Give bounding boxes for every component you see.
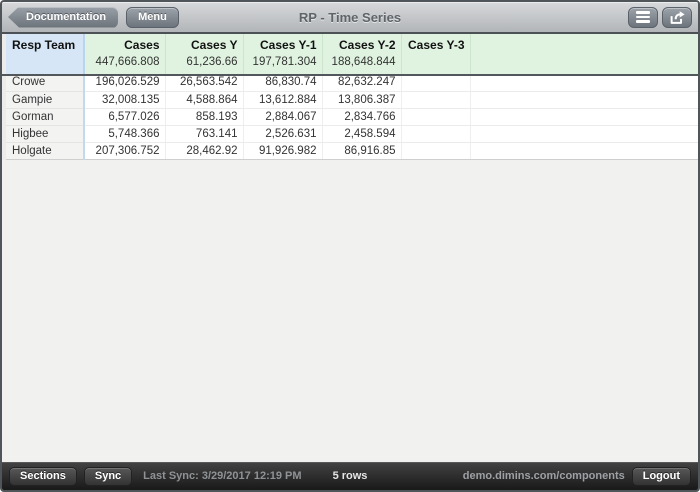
total-cases-y1: 197,781.304 (242, 56, 322, 74)
value-cell: 26,563.542 (164, 74, 243, 92)
filler-cell (469, 74, 698, 92)
table-row[interactable]: Higbee 5,748.366 763.141 2,526.631 2,458… (6, 125, 698, 143)
value-cell: 13,806.387 (321, 91, 401, 109)
column-header-resp-team[interactable]: Resp Team (6, 34, 85, 74)
top-toolbar: Documentation Menu RP - Time Series (2, 2, 698, 32)
team-cell: Holgate (6, 142, 85, 160)
sections-button[interactable]: Sections (9, 466, 77, 486)
filler-cell (469, 91, 698, 109)
column-header-cases-y1[interactable]: Cases Y-1 (242, 34, 322, 56)
documentation-back-button[interactable]: Documentation (8, 6, 119, 28)
team-cell: Higbee (6, 125, 85, 143)
value-cell: 207,306.752 (83, 142, 165, 160)
column-header-cases-y3[interactable]: Cases Y-3 (400, 34, 470, 56)
list-menu-button[interactable] (628, 6, 658, 28)
value-cell: 86,916.85 (321, 142, 401, 160)
value-cell (400, 125, 470, 143)
value-cell: 196,026.529 (83, 74, 165, 92)
team-cell: Crowe (6, 74, 85, 92)
toolbar-right-group (628, 6, 692, 28)
value-cell: 82,632.247 (321, 74, 401, 92)
total-cases-y2: 188,648.844 (321, 56, 401, 74)
value-cell: 32,008.135 (83, 91, 165, 109)
logout-button[interactable]: Logout (631, 466, 691, 486)
summary-divider (2, 74, 698, 76)
value-cell: 2,526.631 (242, 125, 322, 143)
content-background (2, 159, 698, 462)
header-filler (469, 34, 698, 74)
total-cases-y3 (400, 56, 470, 74)
menu-button[interactable]: Menu (126, 6, 179, 28)
value-cell: 2,884.067 (242, 108, 322, 126)
value-cell: 2,458.594 (321, 125, 401, 143)
value-cell (400, 74, 470, 92)
total-cases-y: 61,236.66 (164, 56, 243, 74)
total-cases: 447,666.808 (83, 56, 165, 74)
value-cell: 28,462.92 (164, 142, 243, 160)
value-cell (400, 142, 470, 160)
value-cell: 4,588.864 (164, 91, 243, 109)
value-cell: 763.141 (164, 125, 243, 143)
team-cell: Gorman (6, 108, 85, 126)
table-row[interactable]: Gampie 32,008.135 4,588.864 13,612.884 1… (6, 91, 698, 109)
report-table-area: Resp Team Cases Cases Y Cases Y-1 Cases … (2, 32, 698, 160)
value-cell: 858.193 (164, 108, 243, 126)
value-cell: 91,926.982 (242, 142, 322, 160)
export-button[interactable] (662, 6, 692, 28)
table-row[interactable]: Holgate 207,306.752 28,462.92 91,926.982… (6, 142, 698, 160)
filler-cell (469, 142, 698, 160)
team-cell: Gampie (6, 91, 85, 109)
value-cell: 86,830.74 (242, 74, 322, 92)
server-address: demo.dimins.com/components (462, 470, 625, 482)
sync-button[interactable]: Sync (83, 466, 133, 486)
export-icon (670, 10, 685, 24)
value-cell: 2,834.766 (321, 108, 401, 126)
app-window: Documentation Menu RP - Time Series Resp… (0, 0, 700, 492)
filler-cell (469, 125, 698, 143)
time-series-table: Resp Team Cases Cases Y Cases Y-1 Cases … (6, 34, 698, 160)
column-header-cases[interactable]: Cases (83, 34, 165, 56)
value-cell: 13,612.884 (242, 91, 322, 109)
value-cell (400, 91, 470, 109)
table-row[interactable]: Gorman 6,577.026 858.193 2,884.067 2,834… (6, 108, 698, 126)
value-cell (400, 108, 470, 126)
value-cell: 5,748.366 (83, 125, 165, 143)
table-row[interactable]: Crowe 196,026.529 26,563.542 86,830.74 8… (6, 74, 698, 92)
column-header-cases-y2[interactable]: Cases Y-2 (321, 34, 401, 56)
last-sync-text: Last Sync: 3/29/2017 12:19 PM (143, 470, 302, 482)
column-header-cases-y[interactable]: Cases Y (164, 34, 243, 56)
status-bar: 5 rows Sections Sync Last Sync: 3/29/201… (2, 462, 698, 490)
hamburger-icon (636, 11, 650, 23)
filler-cell (469, 108, 698, 126)
value-cell: 6,577.026 (83, 108, 165, 126)
